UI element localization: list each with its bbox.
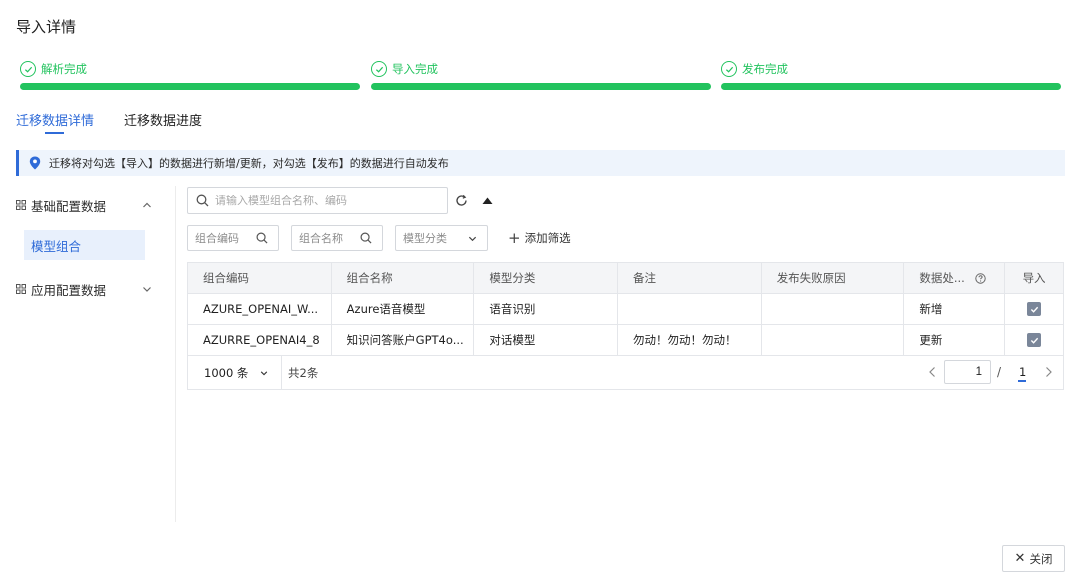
- total-count: 共2条: [288, 365, 319, 380]
- filter-model-category[interactable]: 模型分类: [395, 225, 488, 251]
- filter-label: 模型分类: [403, 232, 447, 245]
- tab-label: 迁移数据详情: [16, 114, 95, 129]
- migration-data-table: 组合编码 组合名称 模型分类 备注 发布失败原因 数据处... 导入 AZURE…: [187, 262, 1064, 390]
- column-header: 导入: [1022, 271, 1046, 285]
- close-button[interactable]: ✕ 关闭: [1002, 545, 1065, 572]
- step-parse: 解析完成: [20, 60, 360, 90]
- cell-action: 更新: [904, 325, 1006, 355]
- chevron-down-icon: [143, 287, 151, 292]
- search-box[interactable]: [187, 187, 448, 214]
- cell-category: 对话模型: [474, 325, 619, 355]
- cell-action: 新增: [904, 294, 1006, 324]
- close-button-label: 关闭: [1029, 551, 1053, 566]
- chevron-up-icon: [143, 202, 151, 208]
- sidebar-item-label: 模型组合: [31, 238, 82, 254]
- refresh-icon[interactable]: [455, 194, 468, 207]
- cell-import: [1005, 294, 1063, 324]
- cell-name: Azure语音模型: [332, 294, 475, 324]
- dialog-title: 导入详情: [16, 18, 77, 36]
- total-pages: 1: [1019, 365, 1027, 379]
- sidebar-group-label: 基础配置数据: [31, 198, 107, 214]
- check-circle-icon: [371, 61, 387, 77]
- location-pin-icon: [29, 156, 41, 170]
- cell-code: AZURRE_OPENAI4_8: [188, 325, 332, 355]
- add-filter-button[interactable]: + 添加筛选: [508, 230, 571, 246]
- add-filter-label: 添加筛选: [524, 231, 571, 245]
- page-number-input[interactable]: [944, 360, 991, 384]
- sidebar-group-basic-config[interactable]: 基础配置数据: [16, 190, 166, 220]
- table-header-row: 组合编码 组合名称 模型分类 备注 发布失败原因 数据处... 导入: [188, 263, 1063, 294]
- step-progress-bar: [371, 83, 711, 90]
- cell-import: [1005, 325, 1063, 355]
- column-header-data-action: 数据处...: [904, 263, 1006, 293]
- import-checkbox[interactable]: [1027, 302, 1042, 316]
- cell-remark: 勿动！勿动！勿动！: [618, 325, 762, 355]
- page-separator: /: [997, 365, 1002, 379]
- chevron-left-icon[interactable]: [928, 366, 937, 378]
- chevron-down-icon: [261, 370, 268, 375]
- tab-migration-details[interactable]: 迁移数据详情: [16, 110, 94, 136]
- tab-bar: 迁移数据详情 迁移数据进度: [16, 110, 232, 136]
- checkmark-icon: [1030, 306, 1038, 313]
- column-header: 模型分类: [474, 263, 619, 293]
- filter-label: 组合编码: [195, 232, 239, 245]
- step-label: 导入完成: [392, 62, 438, 76]
- cell-category: 语音识别: [474, 294, 619, 324]
- cell-remark: [618, 294, 762, 324]
- checkmark-icon: [1030, 337, 1038, 344]
- table-row: AZURRE_OPENAI4_8 知识问答账户GPT4o... 对话模型 勿动！…: [188, 325, 1063, 356]
- chevron-right-icon[interactable]: [1044, 366, 1053, 378]
- search-icon: [256, 232, 268, 244]
- cell-fail-reason: [762, 294, 905, 324]
- current-page-indicator: [1018, 380, 1026, 382]
- step-label: 发布完成: [742, 62, 788, 76]
- check-circle-icon: [20, 61, 36, 77]
- step-label: 解析完成: [41, 62, 87, 76]
- column-header-label: 数据处...: [919, 271, 965, 285]
- collapse-triangle-icon[interactable]: [482, 196, 493, 205]
- category-sidebar: 基础配置数据 模型组合 应用配置数据: [16, 186, 176, 522]
- filter-label: 组合名称: [299, 232, 343, 245]
- pagination: 1000 条 共2条 / 1: [188, 356, 1063, 389]
- step-progress-bar: [20, 83, 360, 90]
- cell-name: 知识问答账户GPT4o...: [332, 325, 475, 355]
- tab-label: 迁移数据进度: [124, 114, 203, 129]
- tab-migration-progress[interactable]: 迁移数据进度: [124, 110, 202, 136]
- step-progress-bar: [721, 83, 1061, 90]
- search-icon: [196, 194, 209, 207]
- sidebar-group-app-config[interactable]: 应用配置数据: [16, 274, 166, 304]
- search-input[interactable]: [215, 194, 435, 207]
- step-publish: 发布完成: [721, 60, 1061, 90]
- search-icon: [360, 232, 372, 244]
- close-icon: ✕: [1014, 551, 1026, 566]
- sidebar-item-model-combination[interactable]: 模型组合: [24, 230, 145, 260]
- table-row: AZURE_OPENAI_W... Azure语音模型 语音识别 新增: [188, 294, 1063, 325]
- check-circle-icon: [721, 61, 737, 77]
- sidebar-group-label: 应用配置数据: [31, 282, 107, 298]
- page-size-label: 1000 条: [204, 365, 249, 380]
- grid-icon: [16, 200, 26, 210]
- cell-fail-reason: [762, 325, 905, 355]
- page-size-select[interactable]: 1000 条: [188, 356, 282, 389]
- notice-text: 迁移将对勾选【导入】的数据进行新增/更新，对勾选【发布】的数据进行自动发布: [49, 157, 449, 170]
- filter-combination-code[interactable]: 组合编码: [187, 225, 279, 251]
- chevron-down-icon: [468, 236, 477, 241]
- active-tab-indicator: [45, 132, 64, 134]
- plus-icon: +: [508, 229, 521, 247]
- column-header: 备注: [618, 263, 762, 293]
- cell-code: AZURE_OPENAI_W...: [188, 294, 332, 324]
- column-header: 组合名称: [332, 263, 475, 293]
- column-header: 发布失败原因: [762, 263, 905, 293]
- grid-icon: [16, 284, 26, 294]
- step-import: 导入完成: [371, 60, 711, 90]
- column-header: 组合编码: [188, 263, 332, 293]
- import-checkbox[interactable]: [1027, 333, 1042, 347]
- info-notice: 迁移将对勾选【导入】的数据进行新增/更新，对勾选【发布】的数据进行自动发布: [16, 150, 1065, 176]
- filter-combination-name[interactable]: 组合名称: [291, 225, 383, 251]
- progress-steps: 解析完成 导入完成 发布完成: [20, 60, 1061, 90]
- help-icon[interactable]: [975, 272, 986, 284]
